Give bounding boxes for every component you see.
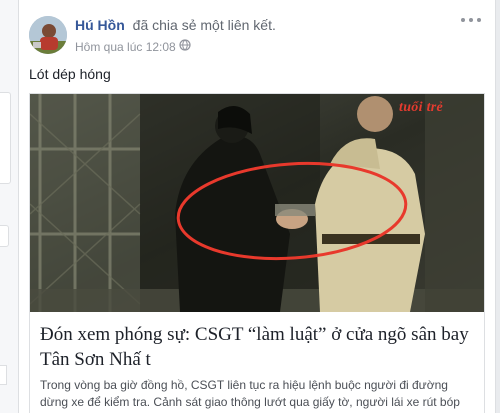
shared-link-card[interactable]: tuổi trẻ Đón xem phóng sự: CSGT “làm luậ… <box>29 93 485 413</box>
post-message: Lót dép hóng <box>29 66 111 82</box>
post-meta: Hôm qua lúc 12:08 <box>75 39 191 54</box>
sidebar-panel <box>0 225 9 247</box>
author-name-link[interactable]: Hú Hồn <box>75 17 125 33</box>
dot <box>469 18 473 22</box>
dot <box>461 18 465 22</box>
tuoi-tre-logo: tuổi trẻ <box>399 100 444 115</box>
post-action-text: đã chia sẻ một liên kết. <box>132 17 276 33</box>
link-description: Trong vòng ba giờ đồng hồ, CSGT liên tục… <box>40 378 460 413</box>
post-timestamp-link[interactable]: Hôm qua lúc 12:08 <box>75 40 176 54</box>
link-preview-image[interactable]: tuổi trẻ <box>30 94 484 312</box>
more-dots-icon[interactable] <box>461 14 481 26</box>
dot <box>477 18 481 22</box>
left-sidebar-strip <box>0 0 19 413</box>
feed-post: Hú Hồn đã chia sẻ một liên kết. Hôm qua … <box>18 0 496 413</box>
author-avatar[interactable] <box>29 16 67 54</box>
sidebar-panel <box>0 365 7 385</box>
post-header: Hú Hồn đã chia sẻ một liên kết. <box>75 17 276 33</box>
sidebar-panel <box>0 92 11 184</box>
globe-icon[interactable] <box>179 39 191 54</box>
link-title[interactable]: Đón xem phóng sự: CSGT “làm luật” ở cửa … <box>40 322 476 372</box>
